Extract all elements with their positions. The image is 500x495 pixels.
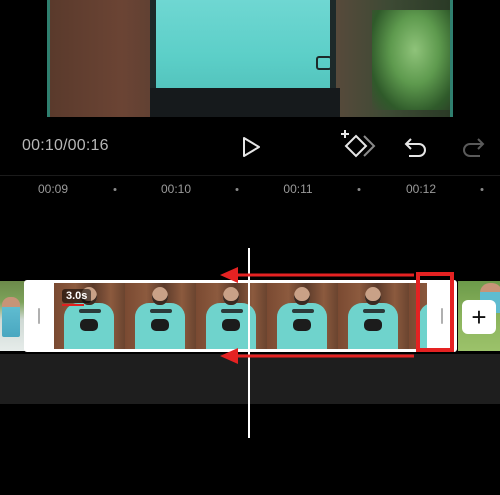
playback-time: 00:10/00:16 <box>22 137 109 154</box>
ruler-tick <box>480 188 484 191</box>
add-keyframe-button[interactable] <box>340 128 376 162</box>
annotation-highlight-box <box>416 272 454 352</box>
ruler-label: 00:11 <box>283 182 313 196</box>
previous-clip-thumbnail <box>2 297 20 337</box>
control-divider <box>0 175 500 176</box>
redo-button[interactable] <box>460 135 486 159</box>
ruler-label: 00:10 <box>160 182 192 196</box>
audio-track-area[interactable] <box>0 354 500 404</box>
ruler-tick <box>357 188 361 191</box>
clip-frame-thumbnail <box>196 283 267 349</box>
add-keyframe-icon <box>341 130 376 158</box>
clip-frame-thumbnail <box>267 283 338 349</box>
add-clip-button[interactable]: + <box>462 300 496 334</box>
preview-player-shirt <box>150 0 336 94</box>
preview-background-foliage <box>372 10 450 110</box>
clip-duration-badge: 3.0s <box>62 289 92 303</box>
ruler-tick <box>235 188 239 191</box>
undo-icon <box>404 138 426 157</box>
clip-frame-thumbnail <box>125 283 196 349</box>
ruler-label: 00:09 <box>37 182 69 196</box>
ruler-label: 00:12 <box>405 182 437 196</box>
previous-clip[interactable] <box>0 281 25 351</box>
video-editor-screen: 00:10/00:16 00:09 00:10 00:11 00:12 3.0s… <box>0 0 500 495</box>
time-ruler[interactable]: 00:09 00:10 00:11 00:12 <box>0 178 500 200</box>
video-preview[interactable] <box>47 0 453 117</box>
redo-icon <box>463 138 485 157</box>
play-button[interactable] <box>239 135 263 159</box>
ruler-tick <box>113 188 117 191</box>
playhead[interactable] <box>248 248 250 438</box>
clip-frames <box>54 283 427 349</box>
undo-button[interactable] <box>403 135 429 159</box>
duration-annotation-underline <box>62 304 84 306</box>
preview-player-shorts <box>150 88 340 117</box>
preview-shirt-logo <box>316 56 332 70</box>
clip-trim-handle-left[interactable] <box>24 280 54 352</box>
play-icon <box>243 137 260 157</box>
clip-frame-thumbnail <box>338 283 409 349</box>
